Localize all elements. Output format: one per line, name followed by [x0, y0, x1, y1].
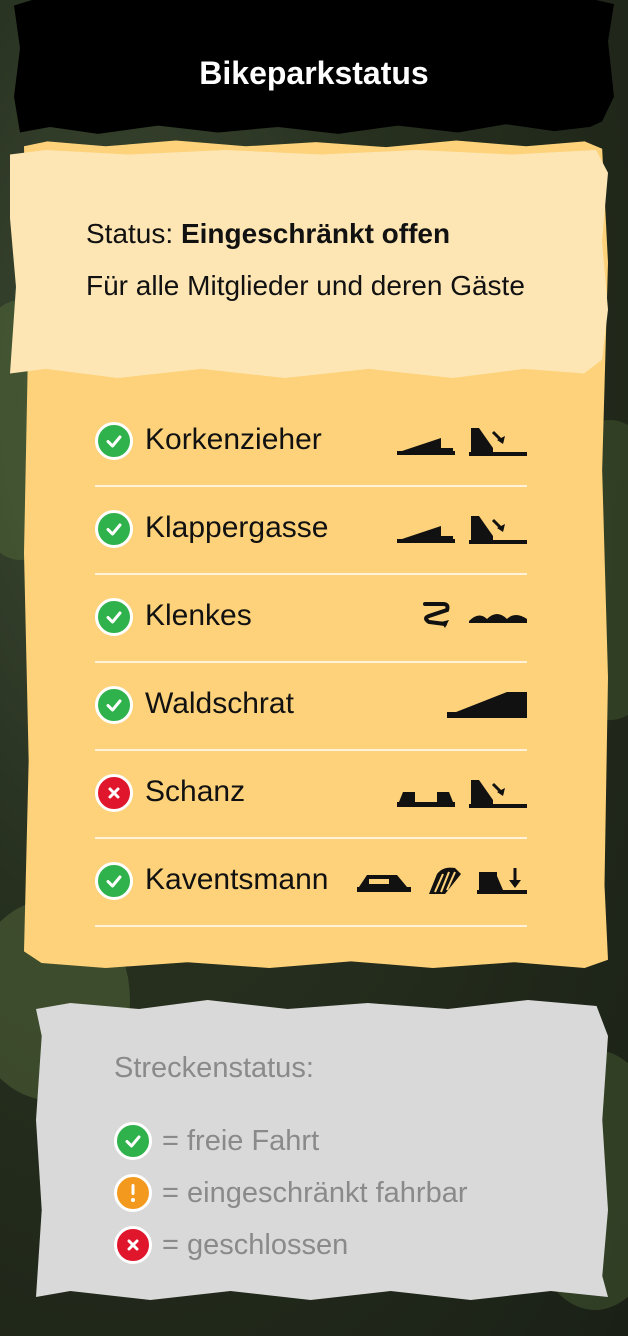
status-closed-icon	[95, 774, 133, 812]
status-open-icon	[95, 686, 133, 724]
drop-icon	[469, 516, 527, 544]
track-name: Kaventsmann	[145, 863, 329, 896]
ramp-icon	[397, 526, 455, 543]
legend-title: Streckenstatus:	[114, 1052, 314, 1084]
tabletop-icon	[397, 792, 455, 807]
status-value: Eingeschränkt offen	[180, 218, 451, 249]
legend-item-open: = freie Fahrt	[114, 1122, 319, 1160]
track-name: Korkenzieher	[145, 423, 322, 456]
status-limited-icon	[114, 1174, 152, 1212]
status-open-icon	[95, 510, 133, 548]
drop-icon	[469, 780, 527, 808]
page-title: Bikeparkstatus	[199, 55, 429, 91]
legend-item-closed: = geschlossen	[114, 1226, 348, 1264]
track-row-klenkes: Klenkes	[95, 573, 527, 663]
track-name: Klenkes	[145, 599, 252, 632]
track-row-korkenzieher: Korkenzieher	[95, 397, 527, 487]
legend-item-limited: = eingeschränkt fahrbar	[114, 1174, 468, 1212]
step-jump-icon	[357, 875, 411, 892]
status-open-icon	[95, 422, 133, 460]
track-row-schanz: Schanz	[95, 749, 527, 839]
status-note: Für alle Mitglieder und deren Gäste	[86, 270, 525, 301]
ramp-icon	[447, 692, 527, 718]
status-open-icon	[95, 862, 133, 900]
wallride-icon	[429, 867, 461, 894]
track-row-klappergasse: Klappergasse	[95, 485, 527, 575]
track-name: Klappergasse	[145, 511, 329, 544]
ramp-icon	[397, 438, 455, 455]
legend-label: = eingeschränkt fahrbar	[162, 1176, 468, 1209]
step-down-icon	[477, 868, 527, 894]
rollers-icon	[469, 614, 527, 623]
track-row-waldschrat: Waldschrat	[95, 661, 527, 751]
status-closed-icon	[114, 1226, 152, 1264]
status-open-icon	[114, 1122, 152, 1160]
legend-label: = freie Fahrt	[162, 1124, 320, 1157]
status-open-icon	[95, 598, 133, 636]
header-bar: Bikeparkstatus	[14, 0, 614, 134]
track-name: Schanz	[145, 775, 246, 808]
status-message: Status: Eingeschränkt offen Für alle Mit…	[86, 208, 556, 312]
track-name: Waldschrat	[145, 687, 294, 720]
switchback-icon	[423, 602, 450, 628]
status-label: Status:	[86, 218, 174, 249]
legend-label: = geschlossen	[162, 1228, 349, 1261]
drop-icon	[469, 428, 527, 456]
track-row-kaventsmann: Kaventsmann	[95, 837, 527, 927]
